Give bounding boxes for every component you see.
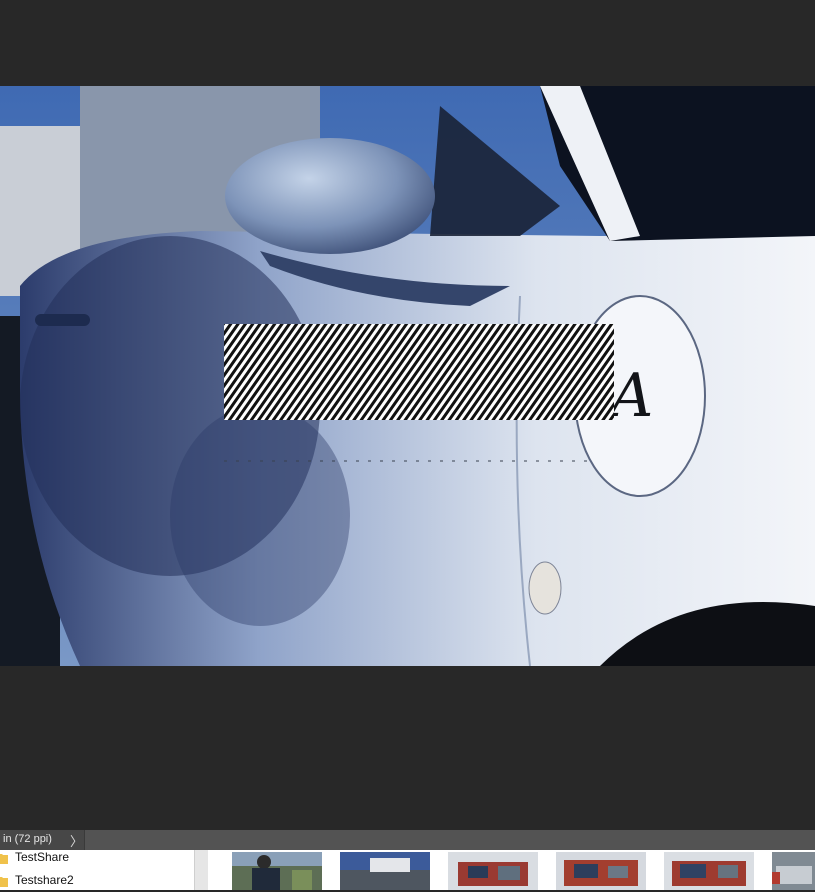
thumbnail-image (448, 852, 538, 890)
photo-thumbnail[interactable] (448, 852, 538, 890)
folder-list: TestShare Testshare2 (0, 850, 194, 890)
thumbnail-image (664, 852, 754, 890)
folder-label: Testshare2 (15, 873, 74, 887)
car-photo-image: A (0, 86, 815, 666)
folder-icon (0, 854, 8, 864)
photo-canvas[interactable]: A (0, 86, 815, 666)
thumbnail-image (340, 852, 430, 890)
photo-thumbnail[interactable] (232, 852, 322, 890)
chevron-right-icon[interactable]: 〉 (70, 831, 83, 850)
thumbnail-image (556, 852, 646, 890)
photo-thumbnail[interactable] (772, 852, 815, 890)
photo-thumbnail[interactable] (340, 852, 430, 890)
photo-thumbnail[interactable] (664, 852, 754, 890)
thumbnail-strip (208, 850, 815, 890)
zoom-status-text: in (72 ppi) (3, 833, 52, 845)
folder-item[interactable]: Testshare2 (0, 872, 194, 892)
canvas-area[interactable]: A (0, 0, 815, 830)
panel-divider[interactable] (194, 850, 209, 890)
status-bar: in (72 ppi) 〉 (0, 830, 815, 850)
thumbnail-image (772, 852, 815, 890)
bottom-panel: TestShare Testshare2 (0, 850, 815, 890)
folder-icon (0, 877, 8, 887)
thumbnail-image (232, 852, 322, 890)
folder-item[interactable]: TestShare (0, 849, 194, 869)
folder-label: TestShare (15, 850, 70, 864)
photo-thumbnail[interactable] (556, 852, 646, 890)
